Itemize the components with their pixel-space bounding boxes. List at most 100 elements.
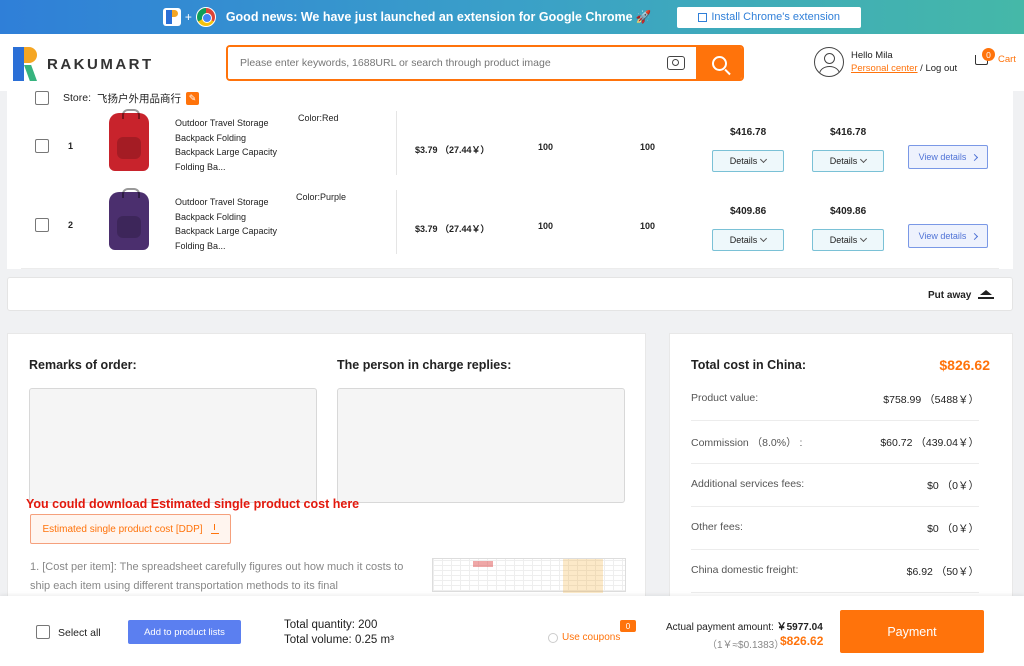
actual-payment-label: Actual payment amount: bbox=[666, 622, 777, 633]
chevron-right-icon bbox=[971, 232, 979, 240]
product-color: Color:Red bbox=[298, 113, 339, 123]
chevron-down-icon bbox=[760, 155, 768, 164]
cost-description: 1. [Cost per item]: The spreadsheet care… bbox=[30, 561, 404, 592]
coupon-radio[interactable] bbox=[548, 632, 558, 643]
product-image[interactable] bbox=[109, 188, 149, 250]
personal-center-link[interactable]: Personal center bbox=[851, 63, 918, 74]
cost-label: Product value: bbox=[691, 392, 759, 404]
product-name[interactable]: Outdoor Travel Storage Backpack Folding … bbox=[175, 116, 285, 174]
download-icon bbox=[210, 524, 219, 534]
search-button[interactable] bbox=[696, 47, 742, 79]
logout-link[interactable]: Log out bbox=[925, 63, 957, 74]
add-to-product-lists-button[interactable]: Add to product lists bbox=[128, 620, 241, 644]
store-label: Store: bbox=[63, 92, 92, 104]
coupon-count-badge: 0 bbox=[620, 620, 636, 632]
total-volume: Total volume: 0.25 m³ bbox=[284, 634, 394, 646]
avatar-icon[interactable] bbox=[814, 47, 844, 77]
quantity-ordered: 100 bbox=[538, 142, 554, 152]
cost-value: $6.92 （50￥） bbox=[906, 566, 979, 578]
quantity-received: 100 bbox=[640, 221, 656, 231]
view-details-button[interactable]: View details bbox=[908, 145, 988, 169]
row-index: 2 bbox=[68, 220, 74, 230]
cost-value: $0 （0￥） bbox=[927, 523, 979, 535]
banner-text: Good news: We have just launched an exte… bbox=[225, 9, 652, 24]
cost-title: Total cost in China: bbox=[691, 358, 807, 372]
cart-label: Cart bbox=[998, 54, 1016, 65]
cost-row: China domestic freight: $6.92 （50￥） bbox=[691, 550, 979, 593]
spreadsheet-preview[interactable] bbox=[432, 558, 626, 593]
chevron-down-icon bbox=[860, 155, 868, 164]
unit-price: $3.79 （27.44￥） bbox=[415, 145, 490, 155]
rocket-icon: 🚀 bbox=[635, 9, 652, 24]
actual-payment: Actual payment amount: ￥5977.04 bbox=[666, 618, 823, 633]
table-row: 1 Outdoor Travel Storage Backpack Foldin… bbox=[7, 109, 1013, 191]
unit-price: $3.79 （27.44￥） bbox=[415, 224, 490, 234]
row-checkbox[interactable] bbox=[35, 218, 49, 232]
estimated-cost-button[interactable]: Estimated single product cost [DDP] bbox=[30, 514, 231, 544]
use-coupons-toggle[interactable]: Use coupons bbox=[548, 632, 620, 643]
product-image[interactable] bbox=[109, 109, 149, 171]
view-details-label: View details bbox=[918, 152, 967, 162]
remarks-textarea[interactable] bbox=[29, 388, 317, 503]
quantity-received: 100 bbox=[640, 142, 656, 152]
details-button[interactable]: Details bbox=[712, 229, 784, 251]
greeting: Hello Mila bbox=[851, 50, 893, 61]
exchange-rate: （1￥≈$0.1383） bbox=[707, 640, 785, 651]
remarks-title: Remarks of order: bbox=[29, 358, 137, 372]
site-header: RAKUMART Hello Mila Personal center / Lo… bbox=[0, 34, 1024, 91]
divider bbox=[21, 268, 999, 269]
cost-panel: Total cost in China: $826.62 Product val… bbox=[669, 333, 1013, 603]
image-search-button[interactable] bbox=[656, 47, 696, 79]
view-details-label: View details bbox=[918, 231, 967, 241]
total-quantity: Total quantity: 200 bbox=[284, 619, 378, 631]
product-list: Store: 飞扬户外用品商行 ✎ 1 Outdoor Travel Stora… bbox=[7, 91, 1013, 269]
select-all-label[interactable]: Select all bbox=[58, 627, 101, 639]
install-extension-label: Install Chrome's extension bbox=[711, 11, 841, 23]
row-total: $409.86 bbox=[730, 206, 767, 217]
cost-row: Product value: $758.99 （5488￥） bbox=[691, 378, 979, 421]
details-button[interactable]: Details bbox=[812, 229, 884, 251]
user-text: Hello Mila Personal center / Log out bbox=[851, 49, 957, 75]
row-checkbox[interactable] bbox=[35, 139, 49, 153]
chevron-down-icon bbox=[860, 234, 868, 243]
details-label: Details bbox=[829, 235, 858, 245]
details-label: Details bbox=[729, 235, 758, 245]
install-extension-button[interactable]: Install Chrome's extension bbox=[677, 6, 862, 28]
product-color: Color:Purple bbox=[296, 192, 347, 202]
details-label: Details bbox=[729, 156, 758, 166]
store-row: Store: 飞扬户外用品商行 ✎ bbox=[35, 91, 200, 105]
search-input[interactable] bbox=[228, 47, 656, 79]
view-details-button[interactable]: View details bbox=[908, 224, 988, 248]
store-checkbox[interactable] bbox=[35, 91, 49, 105]
table-row: 2 Outdoor Travel Storage Backpack Foldin… bbox=[7, 188, 1013, 270]
payment-button[interactable]: Payment bbox=[840, 610, 984, 653]
user-menu: Hello Mila Personal center / Log out bbox=[814, 47, 957, 77]
divider bbox=[396, 190, 397, 254]
select-all-checkbox[interactable] bbox=[36, 625, 50, 639]
chevron-right-icon bbox=[971, 153, 979, 161]
row-total-alt: $416.78 bbox=[830, 127, 867, 138]
row-total: $416.78 bbox=[730, 127, 767, 138]
details-button[interactable]: Details bbox=[812, 150, 884, 172]
reply-title: The person in charge replies: bbox=[337, 358, 512, 372]
details-button[interactable]: Details bbox=[712, 150, 784, 172]
product-name[interactable]: Outdoor Travel Storage Backpack Folding … bbox=[175, 195, 285, 253]
camera-icon bbox=[667, 56, 685, 70]
chrome-icon bbox=[195, 7, 216, 27]
put-away-bar[interactable]: Put away bbox=[7, 277, 1013, 311]
reply-textarea[interactable] bbox=[337, 388, 625, 503]
remarks-panel: Remarks of order: The person in charge r… bbox=[7, 333, 646, 603]
banner-logos: + bbox=[162, 7, 216, 27]
brand-logo[interactable]: RAKUMART bbox=[13, 47, 154, 81]
cost-label: China domestic freight: bbox=[691, 564, 799, 576]
quantity-ordered: 100 bbox=[538, 221, 554, 231]
row-index: 1 bbox=[68, 141, 74, 151]
cost-label: Additional services fees: bbox=[691, 478, 805, 490]
collapse-bar-icon bbox=[978, 297, 994, 299]
checkout-footer: Select all Add to product lists Total qu… bbox=[0, 596, 1024, 666]
store-chat-icon[interactable]: ✎ bbox=[186, 91, 200, 105]
search-icon bbox=[711, 55, 727, 71]
collapse-up-icon bbox=[980, 290, 992, 295]
totals: Total quantity: 200 Total volume: 0.25 m… bbox=[284, 618, 394, 648]
extension-banner: + Good news: We have just launched an ex… bbox=[0, 0, 1024, 34]
